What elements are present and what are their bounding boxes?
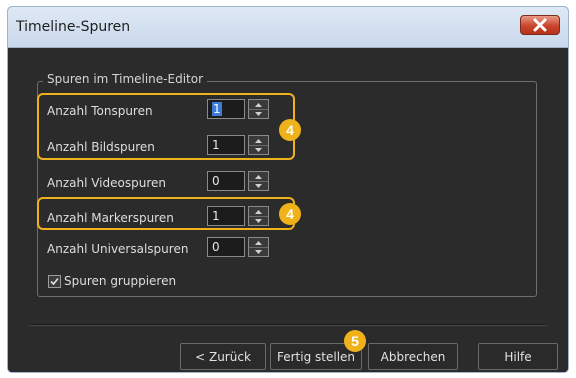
help-button[interactable]: Hilfe bbox=[478, 343, 558, 370]
window-title: Timeline-Spuren bbox=[16, 19, 131, 35]
title-bar[interactable]: Timeline-Spuren bbox=[8, 7, 568, 48]
label-universal-tracks: Anzahl Universalspuren bbox=[47, 242, 189, 256]
spin-down-button[interactable] bbox=[249, 247, 268, 256]
highlight-box-audio-image bbox=[37, 93, 295, 160]
group-tracks-checkbox[interactable] bbox=[48, 275, 61, 288]
close-button[interactable] bbox=[520, 15, 560, 35]
arrow-down-icon bbox=[255, 249, 262, 254]
highlight-box-marker bbox=[37, 197, 295, 230]
groupbox-title: Spuren im Timeline-Editor bbox=[43, 72, 208, 86]
video-tracks-input[interactable]: 0 bbox=[207, 171, 245, 191]
universal-tracks-input[interactable]: 0 bbox=[207, 237, 245, 257]
checkmark-icon bbox=[50, 277, 59, 286]
callout-badge-4: 4 bbox=[279, 119, 301, 141]
spin-down-button[interactable] bbox=[249, 181, 268, 190]
callout-badge-4: 4 bbox=[279, 203, 301, 225]
group-tracks-label[interactable]: Spuren gruppieren bbox=[64, 274, 176, 288]
close-icon bbox=[533, 18, 547, 32]
dialog-window: Timeline-Spuren Spuren im Timeline-Edito… bbox=[7, 6, 569, 373]
video-tracks-spinner[interactable]: 0 bbox=[207, 171, 269, 191]
dialog-body: Spuren im Timeline-Editor Anzahl Tonspur… bbox=[8, 48, 568, 372]
arrow-up-icon bbox=[255, 240, 262, 245]
back-button[interactable]: < Zurück bbox=[180, 343, 266, 370]
divider bbox=[30, 324, 546, 326]
universal-tracks-spinner[interactable]: 0 bbox=[207, 237, 269, 257]
arrow-down-icon bbox=[255, 183, 262, 188]
arrow-up-icon bbox=[255, 174, 262, 179]
label-video-tracks: Anzahl Videospuren bbox=[47, 176, 166, 190]
cancel-button[interactable]: Abbrechen bbox=[368, 343, 458, 370]
callout-badge-5: 5 bbox=[344, 330, 366, 352]
